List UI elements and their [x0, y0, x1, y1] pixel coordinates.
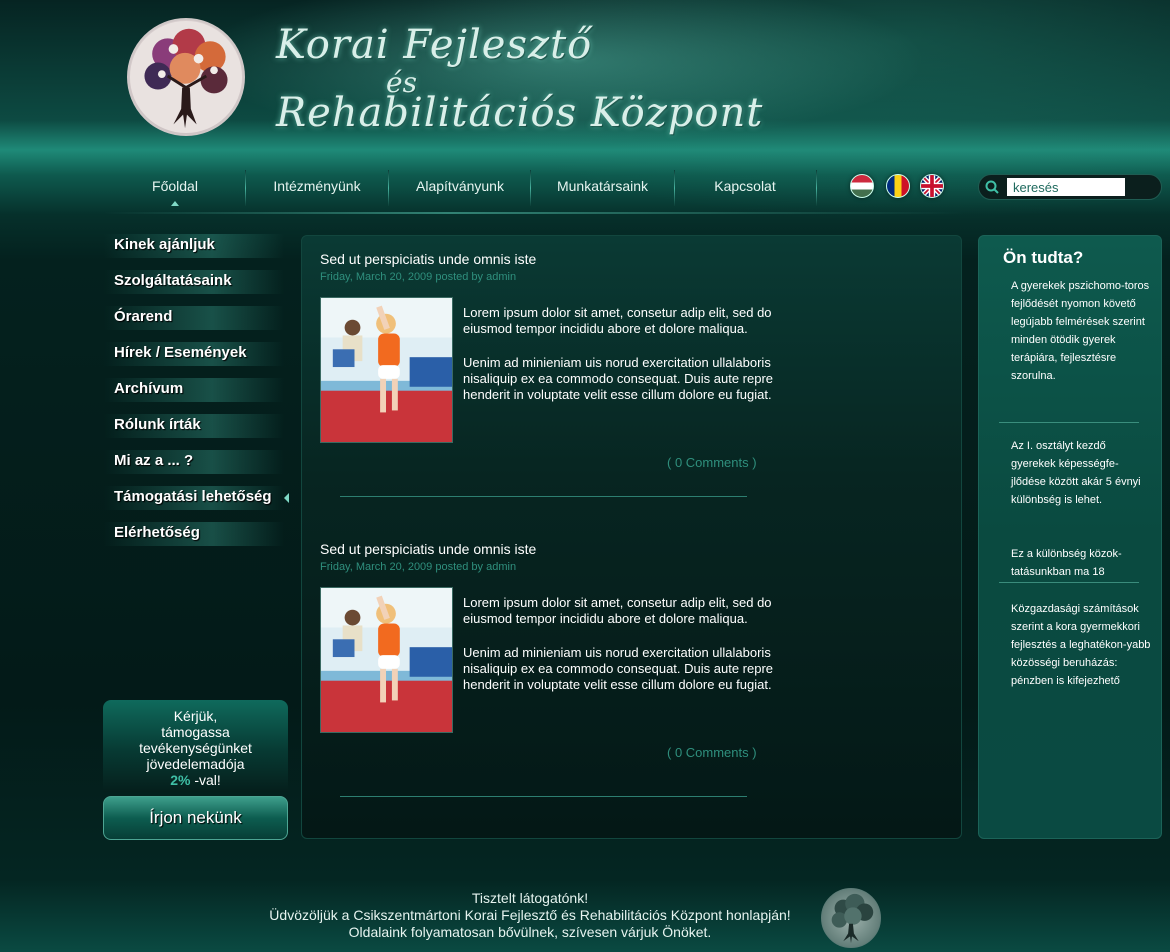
fact-text: Az I. osztályt kezdő gyerekek képességfe…: [1011, 440, 1141, 506]
fact-divider: [999, 422, 1139, 423]
post-title[interactable]: Sed ut perspiciatis unde omnis iste: [320, 251, 536, 267]
post-meta: Friday, March 20, 2009 posted by admin: [320, 561, 517, 573]
donate-text-line: 2% -val!: [103, 772, 288, 788]
sidebar-item-label: Támogatási lehetőség: [114, 488, 272, 505]
main-nav: Főoldal Intézményünk Alapítványunk Munka…: [104, 168, 824, 208]
search-input[interactable]: [1007, 178, 1125, 196]
sidebar-item-timetable[interactable]: Órarend: [104, 302, 294, 338]
footer-text: Tisztelt látogatónk! Üdvözöljük a Csiksz…: [230, 890, 830, 941]
fact-text: A gyerekek pszichomo-toros fejlődését ny…: [1011, 280, 1150, 382]
fact-text: Közgazdasági számítások szerint a kora g…: [1011, 603, 1151, 687]
sidebar-item-what-is[interactable]: Mi az a ... ?: [104, 446, 294, 482]
did-you-know-panel: Ön tudta? A gyerekek pszichomo-toros fej…: [978, 235, 1162, 839]
sidebar-item-archive[interactable]: Archívum: [104, 374, 294, 410]
post-thumbnail[interactable]: [320, 297, 453, 443]
nav-item-foundation[interactable]: Alapítványunk: [389, 168, 531, 208]
footer-logo: [821, 888, 881, 948]
donate-text-line: támogassa: [161, 724, 230, 740]
donate-percent: 2%: [170, 772, 191, 788]
post-paragraph: Lorem ipsum dolor sit amet, consetur adi…: [463, 305, 772, 336]
post-paragraph: Uenim ad minieniam uis norud exercitatio…: [463, 645, 774, 692]
nav-separator: [816, 170, 817, 206]
nav-item-contact[interactable]: Kapcsolat: [675, 168, 815, 208]
post-meta: Friday, March 20, 2009 posted by admin: [320, 271, 517, 283]
post-body: Lorem ipsum dolor sit amet, consetur adi…: [463, 595, 783, 711]
fact-divider: [999, 582, 1139, 583]
donate-text-line: Kérjük,: [173, 708, 218, 724]
nav-item-staff[interactable]: Munkatársaink: [531, 168, 674, 208]
site-logo[interactable]: [127, 18, 245, 136]
sidebar-item-recommended-for[interactable]: Kinek ajánljuk: [104, 230, 294, 266]
nav-item-home[interactable]: Főoldal: [104, 168, 246, 208]
sidebar-item-news-events[interactable]: Hírek / Események: [104, 338, 294, 374]
donate-text-line: jövedelemadója: [146, 756, 245, 772]
nav-underline: [104, 212, 964, 214]
post-body: Lorem ipsum dolor sit amet, consetur adi…: [463, 305, 783, 421]
sidebar-item-availability[interactable]: Elérhetőség: [104, 518, 294, 554]
donate-text-line: tevékenységünket: [139, 740, 252, 756]
donate-box: Kérjük, támogassa tevékenységünket jöved…: [103, 700, 288, 792]
search-box: [978, 174, 1162, 200]
post-paragraph: Lorem ipsum dolor sit amet, consetur adi…: [463, 595, 772, 626]
uk-flag-icon[interactable]: [920, 174, 944, 198]
footer-line: Üdvözöljük a Csikszentmártoni Korai Fejl…: [269, 907, 791, 923]
footer-line: Tisztelt látogatónk!: [471, 890, 589, 906]
hungarian-flag-icon[interactable]: [850, 174, 874, 198]
footer-line: Oldalaink folyamatosan bővülnek, szívese…: [348, 924, 712, 940]
write-to-us-button[interactable]: Írjon nekünk: [103, 796, 288, 840]
post-divider: [340, 796, 747, 797]
sidebar-item-press[interactable]: Rólunk írták: [104, 410, 294, 446]
sidebar-menu: Kinek ajánljuk Szolgáltatásaink Órarend …: [104, 230, 294, 554]
comments-link[interactable]: ( 0 Comments ): [667, 745, 757, 760]
post-paragraph: Uenim ad minieniam uis norud exercitatio…: [463, 355, 774, 402]
nav-item-institution[interactable]: Intézményünk: [246, 168, 388, 208]
language-switcher: [848, 174, 948, 200]
site-title: Korai Fejlesztő és Rehabilitációs Közpon…: [276, 20, 762, 140]
search-icon[interactable]: [985, 180, 999, 194]
active-arrow-icon: [284, 493, 289, 503]
post-thumbnail[interactable]: [320, 587, 453, 733]
post-divider: [340, 496, 747, 497]
donate-suffix: -val!: [190, 772, 221, 788]
site-title-line-1: Korai Fejlesztő: [276, 22, 593, 68]
post-title[interactable]: Sed ut perspiciatis unde omnis iste: [320, 541, 536, 557]
fact-text: Ez a különbség közok-tatásunkban ma 18: [1011, 548, 1122, 578]
sidebar-item-services[interactable]: Szolgáltatásaink: [104, 266, 294, 302]
sidebar-item-support[interactable]: Támogatási lehetőség: [104, 482, 294, 518]
site-title-line-3: Rehabilitációs Központ: [276, 90, 764, 136]
comments-link[interactable]: ( 0 Comments ): [667, 455, 757, 470]
main-content: Sed ut perspiciatis unde omnis iste Frid…: [301, 235, 962, 839]
romanian-flag-icon[interactable]: [886, 174, 910, 198]
did-you-know-title: Ön tudta?: [1003, 248, 1084, 267]
